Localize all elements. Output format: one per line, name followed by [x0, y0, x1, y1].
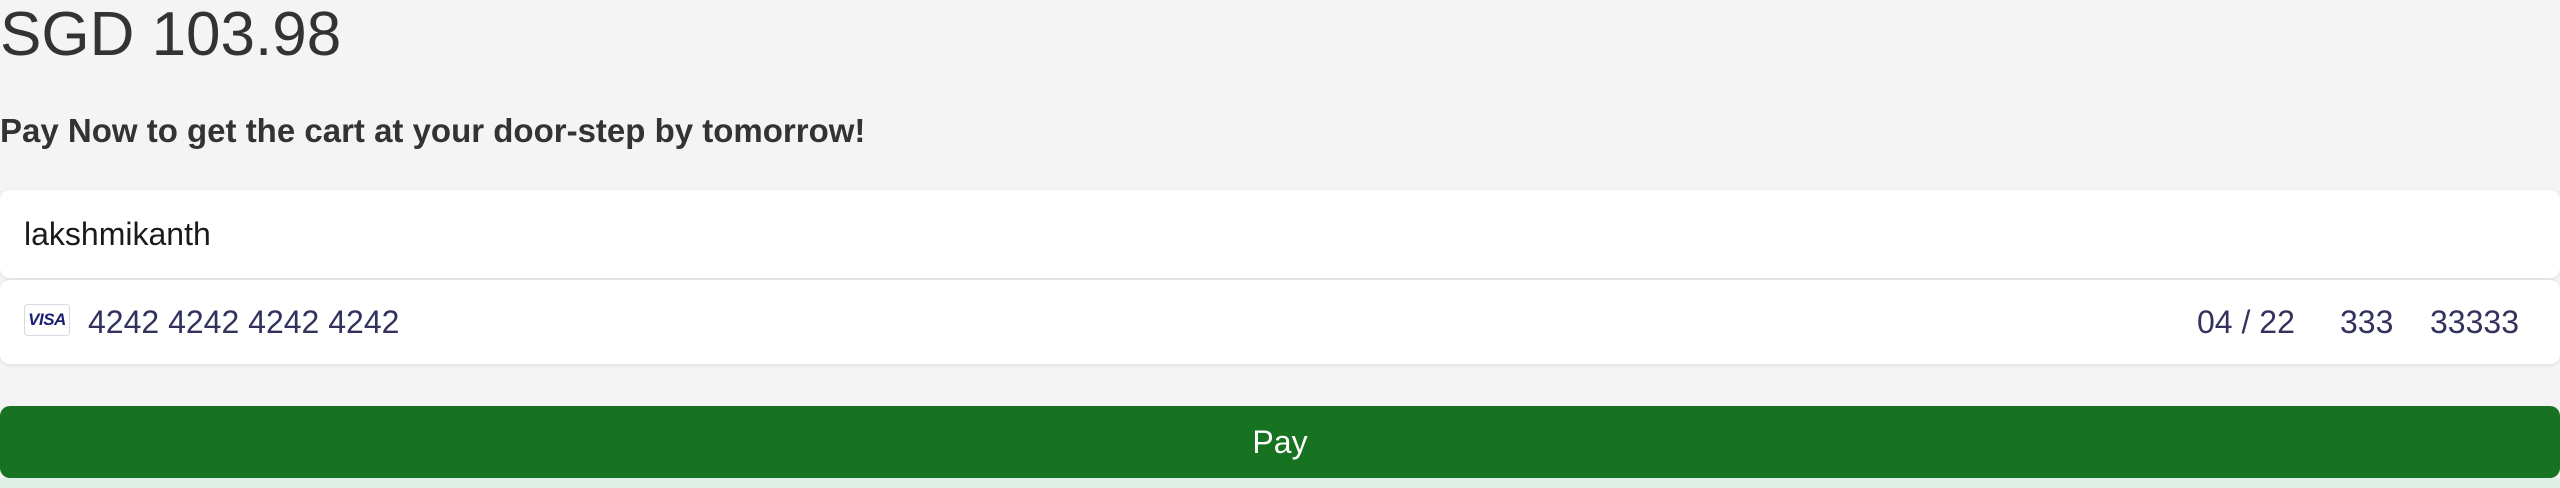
cardholder-name-input[interactable]	[24, 190, 2524, 278]
pay-button[interactable]: Pay	[0, 406, 2560, 478]
pay-button-focus-ring	[0, 478, 2560, 488]
delivery-message: Pay Now to get the cart at your door-ste…	[0, 112, 866, 149]
card-cvc-input[interactable]: 333	[2340, 280, 2393, 364]
card-zip-input[interactable]: 33333	[2430, 280, 2519, 364]
card-number-input[interactable]: 4242 4242 4242 4242	[88, 280, 399, 364]
card-expiry-input[interactable]: 04 / 22	[2197, 280, 2295, 364]
card-details-field[interactable]: VISA 4242 4242 4242 4242 04 / 22 333 333…	[0, 280, 2560, 364]
order-amount: SGD 103.98	[0, 0, 342, 69]
cardholder-name-field[interactable]	[0, 190, 2560, 278]
visa-icon: VISA	[24, 304, 70, 336]
